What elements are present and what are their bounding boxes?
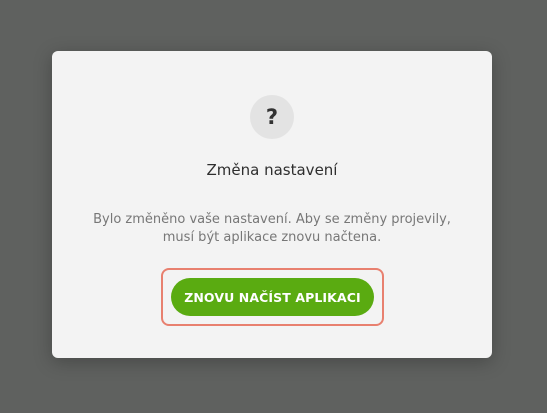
dialog-message-line1: Bylo změněno vaše nastavení. Aby se změn… xyxy=(93,212,451,227)
dialog-message: Bylo změněno vaše nastavení. Aby se změn… xyxy=(82,211,462,247)
dialog-title: Změna nastavení xyxy=(206,161,338,179)
reload-button-focus-ring: ZNOVU NAČÍST APLIKACI xyxy=(161,268,384,326)
settings-changed-dialog: ? Změna nastavení Bylo změněno vaše nast… xyxy=(52,51,492,358)
question-mark-glyph: ? xyxy=(265,105,279,129)
dialog-message-line2: musí být aplikace znovu načtena. xyxy=(162,230,382,245)
question-mark-icon: ? xyxy=(250,95,294,139)
reload-app-button[interactable]: ZNOVU NAČÍST APLIKACI xyxy=(171,278,374,316)
